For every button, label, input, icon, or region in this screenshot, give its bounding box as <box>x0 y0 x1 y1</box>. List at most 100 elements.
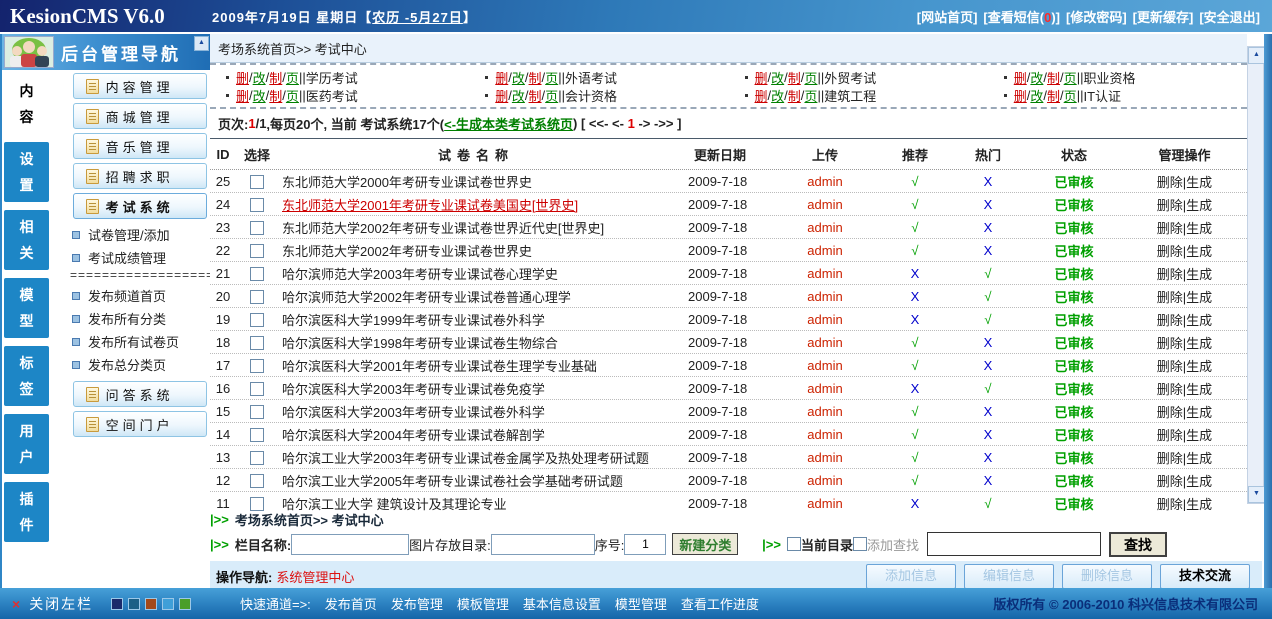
sidebar-tab[interactable]: 相关 <box>4 210 49 270</box>
scroll-up-icon[interactable]: ▲ <box>1248 47 1265 64</box>
theme-swatch[interactable] <box>111 598 123 610</box>
delete-category-link[interactable]: 删 <box>1014 68 1027 87</box>
lunar-date-link[interactable]: 农历 -5月27日 <box>372 10 463 25</box>
delete-category-link[interactable]: 删 <box>236 86 249 105</box>
ops-button[interactable]: 删除信息 <box>1062 564 1152 589</box>
category-name-link[interactable]: 学历考试 <box>306 68 358 87</box>
quick-link[interactable]: 查看工作进度 <box>681 594 759 613</box>
sidebar-submenu-item[interactable]: 试卷管理/添加 <box>49 223 230 246</box>
generate-category-link[interactable]: 制 <box>529 68 542 87</box>
delete-category-link[interactable]: 删 <box>1014 86 1027 105</box>
exam-title-link[interactable]: 哈尔滨医科大学1998年考研专业课试卷生物综合 <box>282 336 558 351</box>
generate-category-link[interactable]: 制 <box>1047 86 1060 105</box>
exam-title-link[interactable]: 哈尔滨医科大学2003年考研专业课试卷外科学 <box>282 405 545 420</box>
table-scrollbar[interactable]: ▲ ▼ <box>1247 46 1264 504</box>
row-checkbox[interactable] <box>250 405 264 419</box>
page-category-link[interactable]: 页 <box>286 68 299 87</box>
row-action-links[interactable]: 删除|生成 <box>1157 451 1212 466</box>
ops-nav-link[interactable]: 系统管理中心 <box>276 567 354 586</box>
exam-title-link[interactable]: 哈尔滨师范大学2002年考研专业课试卷普通心理学 <box>282 290 571 305</box>
row-action-links[interactable]: 删除|生成 <box>1157 290 1212 305</box>
edit-category-link[interactable]: 改 <box>253 86 266 105</box>
sidebar-tab[interactable]: 设置 <box>4 142 49 202</box>
category-name-link[interactable]: 外语考试 <box>565 68 617 87</box>
row-checkbox[interactable] <box>250 474 264 488</box>
pager-next-controls[interactable]: -> ->> ] <box>635 116 682 131</box>
theme-swatch[interactable] <box>179 598 191 610</box>
exam-title-link[interactable]: 哈尔滨医科大学2001年考研专业课试卷生理学专业基础 <box>282 359 597 374</box>
page-category-link[interactable]: 页 <box>1064 86 1077 105</box>
generate-category-link[interactable]: 制 <box>1047 68 1060 87</box>
page-category-link[interactable]: 页 <box>804 68 817 87</box>
row-action-links[interactable]: 删除|生成 <box>1157 474 1212 489</box>
image-dir-input[interactable] <box>491 534 595 555</box>
row-action-links[interactable]: 删除|生成 <box>1157 175 1212 190</box>
row-checkbox[interactable] <box>250 451 264 465</box>
sidebar-module-button[interactable]: 内容管理 <box>73 73 207 99</box>
page-category-link[interactable]: 页 <box>545 68 558 87</box>
messages-link[interactable]: [查看短信(0)] <box>983 7 1060 26</box>
delete-category-link[interactable]: 删 <box>495 68 508 87</box>
category-name-link[interactable]: 会计资格 <box>565 86 617 105</box>
edit-category-link[interactable]: 改 <box>771 68 784 87</box>
row-action-links[interactable]: 删除|生成 <box>1157 244 1212 259</box>
search-button[interactable]: 查找 <box>1109 532 1167 557</box>
sidebar-module-button[interactable]: 考试系统 <box>73 193 207 219</box>
edit-category-link[interactable]: 改 <box>253 68 266 87</box>
sidebar-publish-link[interactable]: 发布频道首页 <box>49 284 230 307</box>
quick-link[interactable]: 基本信息设置 <box>523 594 601 613</box>
sidebar-module-button[interactable]: 音乐管理 <box>73 133 207 159</box>
sidebar-module-button[interactable]: 招聘求职 <box>73 163 207 189</box>
row-checkbox[interactable] <box>250 497 264 511</box>
exam-title-link[interactable]: 哈尔滨师范大学2003年考研专业课试卷心理学史 <box>282 267 558 282</box>
edit-category-link[interactable]: 改 <box>1030 86 1043 105</box>
category-name-link[interactable]: IT认证 <box>1083 86 1121 105</box>
row-action-links[interactable]: 删除|生成 <box>1157 359 1212 374</box>
sidebar-tab[interactable]: 内容 <box>4 74 49 134</box>
row-action-links[interactable]: 删除|生成 <box>1157 382 1212 397</box>
delete-category-link[interactable]: 删 <box>495 86 508 105</box>
row-checkbox[interactable] <box>250 336 264 350</box>
search-input[interactable] <box>927 532 1101 556</box>
sidebar-module-button[interactable]: 空间门户 <box>73 411 207 437</box>
sidebar-tab[interactable]: 标签 <box>4 346 49 406</box>
edit-category-link[interactable]: 改 <box>1030 68 1043 87</box>
category-name-link[interactable]: 职业资格 <box>1083 68 1135 87</box>
row-action-links[interactable]: 删除|生成 <box>1157 336 1212 351</box>
home-link[interactable]: [网站首页] <box>917 7 978 26</box>
ops-button[interactable]: 添加信息 <box>866 564 956 589</box>
page-category-link[interactable]: 页 <box>545 86 558 105</box>
category-name-link[interactable]: 外贸考试 <box>824 68 876 87</box>
quick-link[interactable]: 发布管理 <box>391 594 443 613</box>
exam-title-link[interactable]: 哈尔滨工业大学2005年考研专业课试卷社会学基础考研试题 <box>282 474 623 489</box>
exam-title-link[interactable]: 东北师范大学2000年考研专业课试卷世界史 <box>282 175 532 190</box>
sidebar-module-button[interactable]: 商城管理 <box>73 103 207 129</box>
change-password-link[interactable]: [修改密码] <box>1066 7 1127 26</box>
pager-page-number[interactable]: 1 <box>628 116 635 131</box>
close-panel-control[interactable]: × 关闭左栏 <box>0 594 210 614</box>
row-action-links[interactable]: 删除|生成 <box>1157 497 1212 512</box>
theme-swatch[interactable] <box>145 598 157 610</box>
page-category-link[interactable]: 页 <box>286 86 299 105</box>
scroll-down-icon[interactable]: ▼ <box>1248 486 1265 503</box>
edit-category-link[interactable]: 改 <box>512 68 525 87</box>
row-checkbox[interactable] <box>250 198 264 212</box>
edit-category-link[interactable]: 改 <box>512 86 525 105</box>
row-action-links[interactable]: 删除|生成 <box>1157 221 1212 236</box>
add-search-checkbox[interactable] <box>853 537 867 551</box>
current-dir-checkbox[interactable] <box>787 537 801 551</box>
row-checkbox[interactable] <box>250 175 264 189</box>
quick-link[interactable]: 模型管理 <box>615 594 667 613</box>
exam-title-link[interactable]: 哈尔滨工业大学 建筑设计及其理论专业 <box>282 497 507 512</box>
row-action-links[interactable]: 删除|生成 <box>1157 313 1212 328</box>
exam-title-link[interactable]: 东北师范大学2002年考研专业课试卷世界史 <box>282 244 532 259</box>
edit-category-link[interactable]: 改 <box>771 86 784 105</box>
new-category-button[interactable]: 新建分类 <box>672 533 738 555</box>
delete-category-link[interactable]: 删 <box>755 68 768 87</box>
logout-link[interactable]: [安全退出] <box>1199 7 1260 26</box>
row-action-links[interactable]: 删除|生成 <box>1157 405 1212 420</box>
exam-title-link[interactable]: 哈尔滨工业大学2003年考研专业课试卷金属学及热处理考研试题 <box>282 451 649 466</box>
ops-button[interactable]: 技术交流 <box>1160 564 1250 589</box>
sidebar-tab[interactable]: 用户 <box>4 414 49 474</box>
refresh-cache-link[interactable]: [更新缓存] <box>1133 7 1194 26</box>
